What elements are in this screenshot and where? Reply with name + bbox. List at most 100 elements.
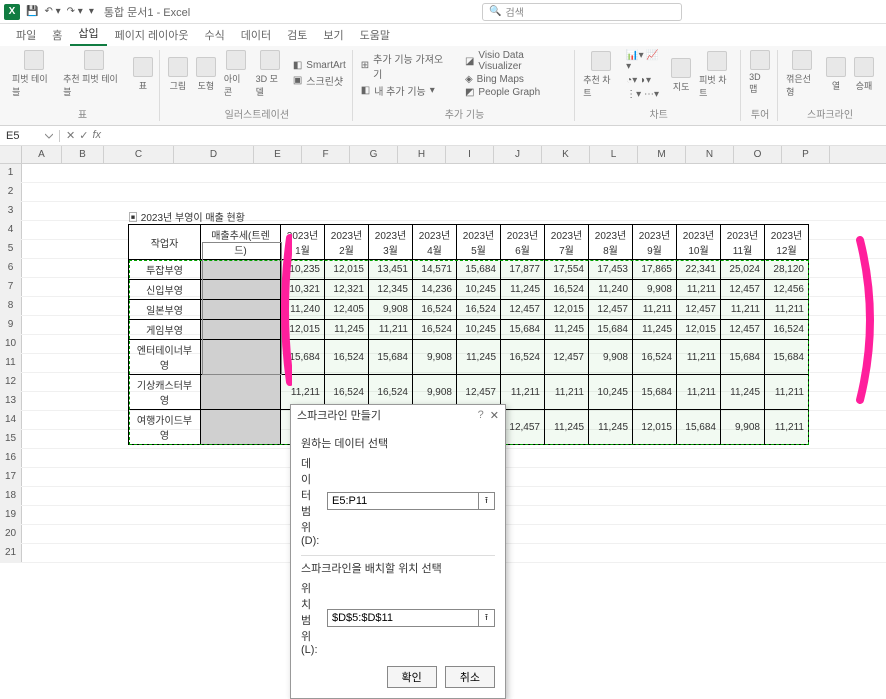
- data-cell[interactable]: 9,908: [633, 280, 677, 300]
- tab-view[interactable]: 보기: [315, 24, 351, 46]
- data-cell[interactable]: 12,015: [545, 300, 589, 320]
- data-cell[interactable]: 13,451: [369, 260, 413, 280]
- row-header[interactable]: 2: [0, 183, 22, 201]
- row-header[interactable]: 21: [0, 544, 22, 562]
- col-C[interactable]: C: [104, 146, 174, 163]
- recommended-charts-button[interactable]: 추천 차트: [583, 51, 618, 99]
- data-cell[interactable]: 15,684: [457, 260, 501, 280]
- smartart-button[interactable]: ◧ SmartArt: [293, 60, 346, 71]
- shapes-button[interactable]: 도형: [196, 57, 216, 92]
- tab-file[interactable]: 파일: [8, 24, 44, 46]
- col-H[interactable]: H: [398, 146, 446, 163]
- data-cell[interactable]: 16,524: [765, 320, 809, 340]
- trend-cell[interactable]: [201, 410, 281, 445]
- data-cell[interactable]: 12,321: [325, 280, 369, 300]
- data-cell[interactable]: 10,245: [457, 280, 501, 300]
- data-cell[interactable]: 12,015: [281, 320, 325, 340]
- data-cell[interactable]: 15,684: [721, 340, 765, 375]
- data-cell[interactable]: 11,245: [589, 410, 633, 445]
- maps-button[interactable]: 지도: [671, 58, 691, 93]
- data-cell[interactable]: 14,236: [413, 280, 457, 300]
- data-cell[interactable]: 16,524: [413, 320, 457, 340]
- tab-home[interactable]: 홈: [44, 24, 70, 46]
- data-cell[interactable]: 12,015: [325, 260, 369, 280]
- data-cell[interactable]: 11,211: [633, 300, 677, 320]
- data-cell[interactable]: 25,024: [721, 260, 765, 280]
- data-cell[interactable]: 10,321: [281, 280, 325, 300]
- tab-review[interactable]: 검토: [279, 24, 315, 46]
- search-box[interactable]: 🔍 검색: [482, 3, 682, 21]
- data-cell[interactable]: 9,908: [413, 340, 457, 375]
- data-cell[interactable]: 9,908: [721, 410, 765, 445]
- data-cell[interactable]: 12,457: [677, 300, 721, 320]
- dialog-close-icon[interactable]: ✕: [490, 409, 499, 422]
- row-header[interactable]: 20: [0, 525, 22, 543]
- row-header[interactable]: 1: [0, 164, 22, 182]
- row-header[interactable]: 14: [0, 411, 22, 429]
- data-cell[interactable]: 11,211: [765, 375, 809, 410]
- col-N[interactable]: N: [686, 146, 734, 163]
- collapse-location-range-icon[interactable]: ⭱: [479, 609, 495, 627]
- data-cell[interactable]: 22,341: [677, 260, 721, 280]
- qat-more[interactable]: ▾: [89, 6, 94, 17]
- data-cell[interactable]: 16,524: [413, 300, 457, 320]
- data-cell[interactable]: 16,524: [633, 340, 677, 375]
- data-cell[interactable]: 15,684: [501, 320, 545, 340]
- col-D[interactable]: D: [174, 146, 254, 163]
- data-cell[interactable]: 16,524: [457, 300, 501, 320]
- trend-cell[interactable]: [201, 300, 281, 320]
- data-cell[interactable]: 12,345: [369, 280, 413, 300]
- chart-type-2[interactable]: ◔▾ ◗▾: [626, 75, 663, 86]
- dialog-titlebar[interactable]: 스파크라인 만들기 ? ✕: [291, 405, 505, 425]
- tab-help[interactable]: 도움말: [352, 24, 398, 46]
- data-cell[interactable]: 16,524: [325, 340, 369, 375]
- input-location-range[interactable]: [327, 609, 479, 627]
- data-cell[interactable]: 12,457: [501, 410, 545, 445]
- data-cell[interactable]: 11,211: [677, 340, 721, 375]
- data-cell[interactable]: 15,684: [589, 320, 633, 340]
- data-cell[interactable]: 12,015: [677, 320, 721, 340]
- data-cell[interactable]: 11,245: [457, 340, 501, 375]
- row-header[interactable]: 8: [0, 297, 22, 315]
- tab-insert[interactable]: 삽입: [70, 22, 106, 46]
- qat-undo-icon[interactable]: ↶ ▾: [44, 6, 60, 17]
- sparkline-winloss-button[interactable]: 승패: [854, 57, 874, 92]
- col-K[interactable]: K: [542, 146, 590, 163]
- data-cell[interactable]: 12,457: [721, 320, 765, 340]
- data-cell[interactable]: 12,405: [325, 300, 369, 320]
- data-cell[interactable]: 28,120: [765, 260, 809, 280]
- sparkline-line-button[interactable]: 꺾은선형: [786, 50, 818, 98]
- pivot-chart-button[interactable]: 피벗 차트: [699, 51, 734, 99]
- data-cell[interactable]: 11,211: [545, 375, 589, 410]
- row-header[interactable]: 11: [0, 354, 22, 372]
- get-addins-button[interactable]: ⊞ 추가 기능 가져오기: [361, 51, 451, 81]
- my-addins-button[interactable]: ◧ 내 추가 기능 ▾: [361, 83, 451, 98]
- recommended-pivot-button[interactable]: 추천 피벗 테이블: [63, 50, 125, 98]
- row-header[interactable]: 16: [0, 449, 22, 467]
- data-cell[interactable]: 11,245: [545, 410, 589, 445]
- pictures-button[interactable]: 그림: [168, 57, 188, 92]
- dialog-help-icon[interactable]: ?: [478, 409, 484, 421]
- table-button[interactable]: 표: [133, 57, 153, 92]
- data-cell[interactable]: 12,457: [501, 300, 545, 320]
- row-header[interactable]: 4: [0, 221, 22, 239]
- data-cell[interactable]: 16,524: [545, 280, 589, 300]
- data-cell[interactable]: 11,245: [721, 375, 765, 410]
- 3d-models-button[interactable]: 3D 모델: [256, 50, 285, 98]
- bingmaps-button[interactable]: ◈ Bing Maps: [465, 74, 568, 85]
- data-cell[interactable]: 11,211: [765, 410, 809, 445]
- data-cell[interactable]: 17,865: [633, 260, 677, 280]
- row-header[interactable]: 19: [0, 506, 22, 524]
- data-cell[interactable]: 11,211: [501, 375, 545, 410]
- data-cell[interactable]: 17,877: [501, 260, 545, 280]
- tab-data[interactable]: 데이터: [233, 24, 279, 46]
- row-header[interactable]: 17: [0, 468, 22, 486]
- data-cell[interactable]: 11,211: [677, 375, 721, 410]
- data-cell[interactable]: 11,245: [501, 280, 545, 300]
- col-F[interactable]: F: [302, 146, 350, 163]
- col-I[interactable]: I: [446, 146, 494, 163]
- trend-cell[interactable]: [201, 280, 281, 300]
- data-cell[interactable]: 17,453: [589, 260, 633, 280]
- select-all-corner[interactable]: [0, 146, 22, 163]
- sparkline-column-button[interactable]: 열: [826, 57, 846, 92]
